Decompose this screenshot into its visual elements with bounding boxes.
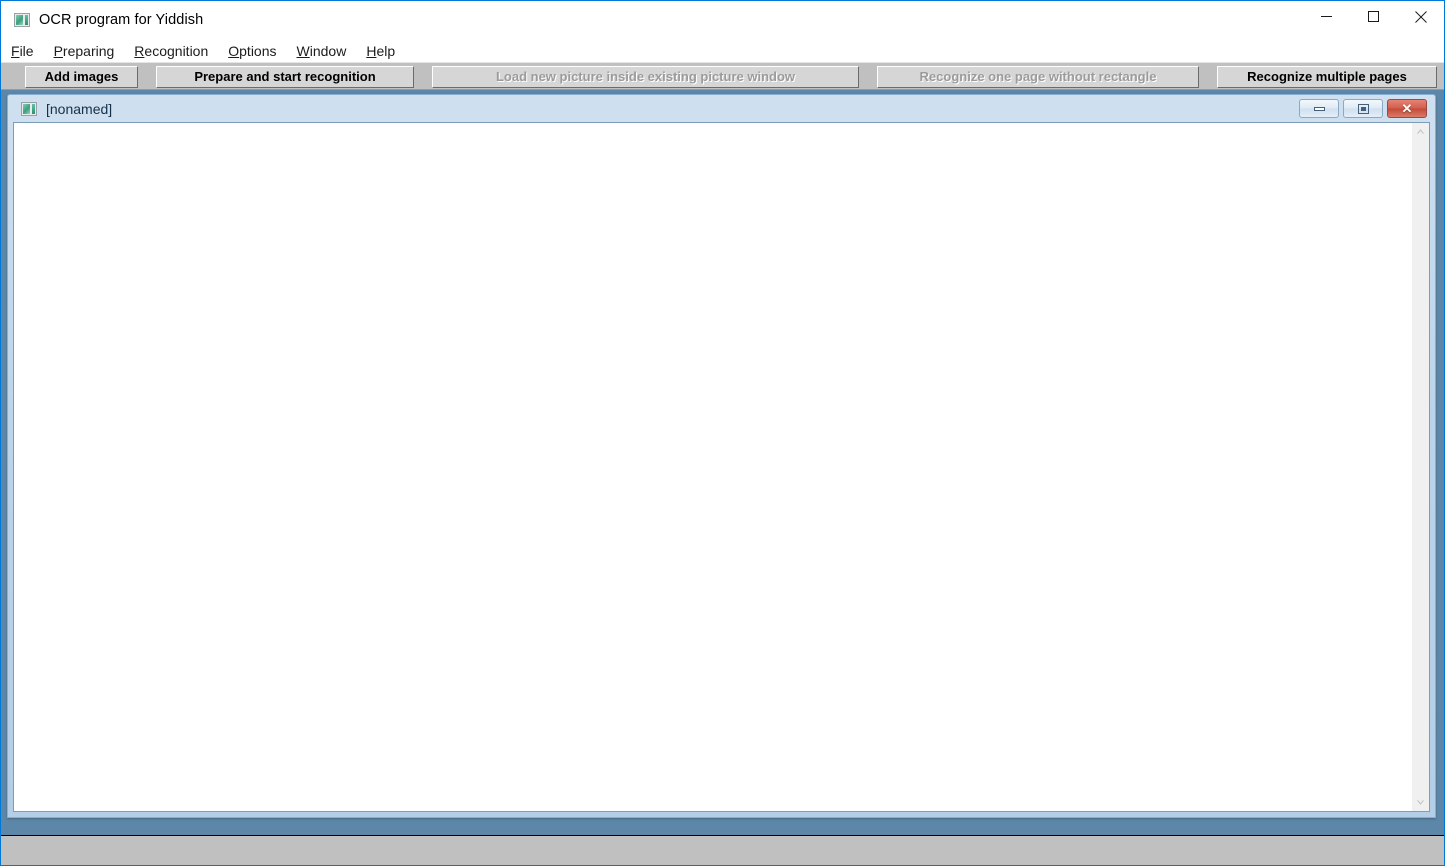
application-window: OCR program for Yiddish File Preparing R…	[0, 0, 1445, 866]
close-button[interactable]	[1397, 1, 1444, 32]
menu-item-recognition[interactable]: Recognition	[134, 42, 219, 60]
menu-item-window-rest: indow	[309, 42, 347, 59]
minimize-button[interactable]	[1303, 1, 1350, 32]
toolbar: Add images Prepare and start recognition…	[1, 62, 1444, 90]
load-new-picture-button: Load new picture inside existing picture…	[432, 65, 859, 88]
picture-icon	[14, 13, 30, 27]
mdi-window-title: [nonamed]	[46, 100, 113, 117]
menubar: File Preparing Recognition Options Windo…	[1, 39, 1444, 62]
prepare-and-start-recognition-button[interactable]: Prepare and start recognition	[156, 65, 414, 88]
menu-item-help-rest: elp	[376, 42, 396, 59]
mdi-window-controls: ✕	[1299, 99, 1427, 118]
menu-item-recognition-rest: ecognition	[144, 42, 209, 59]
menu-item-window[interactable]: Window	[297, 42, 358, 60]
mdi-restore-button[interactable]	[1343, 99, 1383, 118]
menu-item-options-rest: ptions	[239, 42, 277, 59]
mdi-document-body	[13, 122, 1430, 812]
restore-icon	[1357, 103, 1369, 114]
recognize-multiple-pages-button[interactable]: Recognize multiple pages	[1217, 65, 1437, 88]
document-canvas[interactable]	[14, 123, 1411, 811]
menu-item-preparing[interactable]: Preparing	[54, 42, 126, 60]
mdi-client-area: [nonamed] ✕	[1, 90, 1444, 835]
menu-item-file-rest: ile	[19, 42, 34, 59]
vertical-scrollbar[interactable]	[1411, 123, 1429, 811]
menu-item-help[interactable]: Help	[366, 42, 406, 60]
picture-icon	[21, 101, 37, 116]
scroll-down-icon[interactable]	[1412, 794, 1429, 811]
window-titlebar: OCR program for Yiddish	[1, 1, 1444, 39]
statusbar	[1, 835, 1444, 865]
recognize-one-page-button: Recognize one page without rectangle	[877, 65, 1199, 88]
close-icon: ✕	[1401, 101, 1413, 116]
window-controls	[1303, 1, 1444, 39]
mdi-minimize-button[interactable]	[1299, 99, 1339, 118]
scroll-up-icon[interactable]	[1412, 123, 1429, 140]
mdi-child-window: [nonamed] ✕	[7, 94, 1436, 818]
mdi-close-button[interactable]: ✕	[1387, 99, 1427, 118]
minimize-icon	[1313, 106, 1325, 111]
menu-item-file[interactable]: File	[11, 42, 45, 60]
menu-item-options[interactable]: Options	[228, 42, 287, 60]
add-images-button[interactable]: Add images	[25, 65, 138, 88]
mdi-titlebar[interactable]: [nonamed] ✕	[13, 95, 1430, 122]
window-title: OCR program for Yiddish	[39, 12, 204, 28]
menu-item-preparing-rest: reparing	[62, 42, 115, 59]
maximize-button[interactable]	[1350, 1, 1397, 32]
